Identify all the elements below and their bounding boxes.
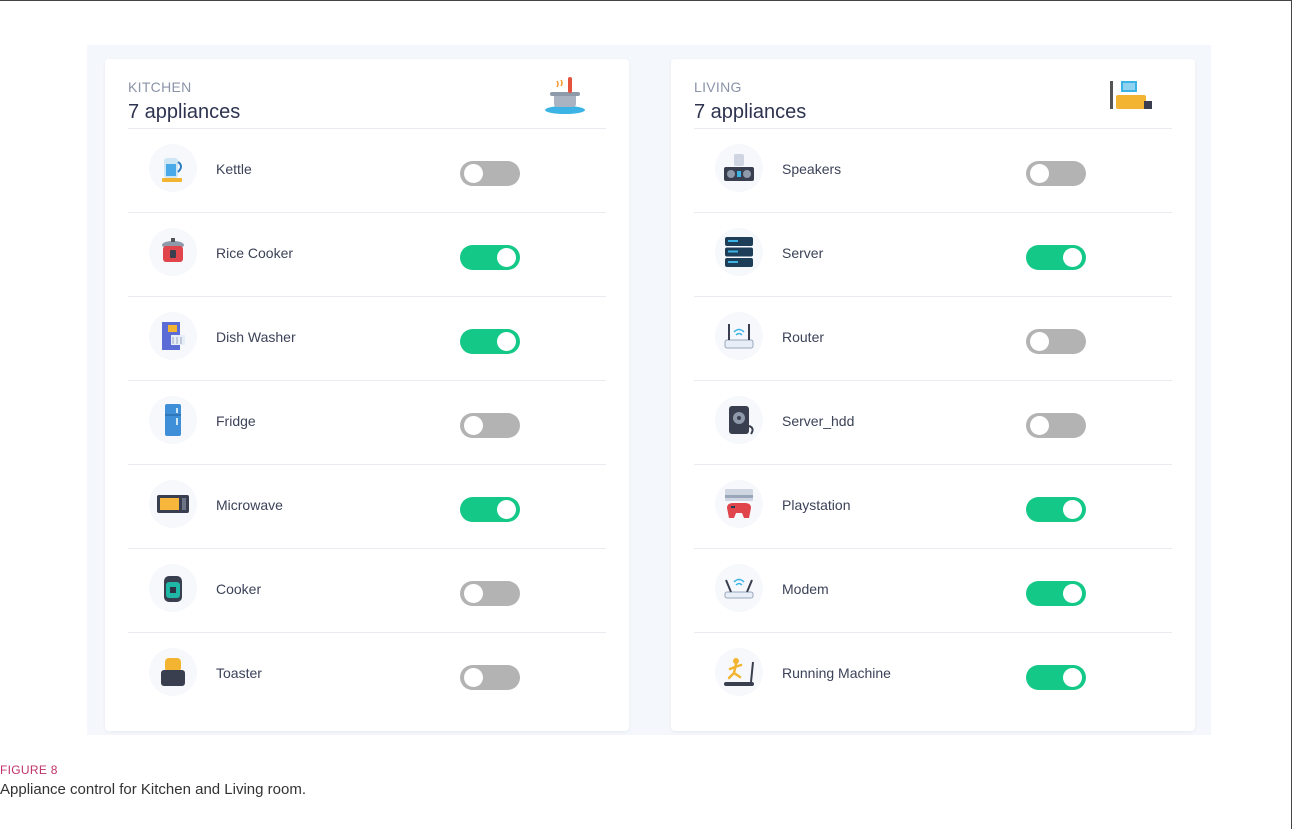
power-toggle[interactable] bbox=[460, 245, 520, 270]
power-toggle[interactable] bbox=[460, 329, 520, 354]
toggle-knob bbox=[497, 332, 516, 351]
toggle-knob bbox=[1030, 416, 1049, 435]
appliance-list: Kettle Rice Cooker Dish Washer Fridge Mi… bbox=[128, 129, 606, 717]
appliance-label: Server_hdd bbox=[782, 413, 855, 429]
toggle-knob bbox=[497, 500, 516, 519]
appliance-row-server: Server bbox=[694, 213, 1172, 297]
rice-cooker-icon bbox=[149, 228, 197, 276]
appliance-label: Running Machine bbox=[782, 665, 891, 681]
microwave-icon bbox=[149, 480, 197, 528]
appliance-label: Dish Washer bbox=[216, 329, 296, 345]
toggle-knob bbox=[464, 164, 483, 183]
router-icon bbox=[715, 312, 763, 360]
dish-washer-icon bbox=[149, 312, 197, 360]
power-toggle[interactable] bbox=[1026, 329, 1086, 354]
room-header: LIVING 7 appliances bbox=[694, 59, 1172, 129]
appliance-count: 7 appliances bbox=[128, 101, 241, 123]
toggle-knob bbox=[1030, 332, 1049, 351]
room-card-living: LIVING 7 appliances Speakers Server Rout… bbox=[671, 59, 1195, 731]
power-toggle[interactable] bbox=[460, 497, 520, 522]
cooking-pot-icon bbox=[545, 77, 585, 114]
appliance-label: Fridge bbox=[216, 413, 256, 429]
toaster-icon bbox=[149, 648, 197, 696]
toggle-knob bbox=[1030, 164, 1049, 183]
appliance-label: Toaster bbox=[216, 665, 262, 681]
appliance-row-microwave: Microwave bbox=[128, 465, 606, 549]
appliance-row-dish-washer: Dish Washer bbox=[128, 297, 606, 381]
room-name: LIVING bbox=[694, 79, 742, 95]
appliance-label: Cooker bbox=[216, 581, 262, 597]
appliance-row-modem: Modem bbox=[694, 549, 1172, 633]
modem-icon bbox=[715, 564, 763, 612]
toggle-knob bbox=[1063, 248, 1082, 267]
power-toggle[interactable] bbox=[1026, 581, 1086, 606]
power-toggle[interactable] bbox=[1026, 245, 1086, 270]
appliance-label: Rice Cooker bbox=[216, 245, 294, 261]
playstation-icon bbox=[715, 480, 763, 528]
appliance-row-router: Router bbox=[694, 297, 1172, 381]
toggle-knob bbox=[464, 584, 483, 603]
toggle-knob bbox=[1063, 584, 1082, 603]
kettle-icon bbox=[149, 144, 197, 192]
toggle-knob bbox=[1063, 500, 1082, 519]
power-toggle[interactable] bbox=[1026, 497, 1086, 522]
appliance-row-running-machine: Running Machine bbox=[694, 633, 1172, 717]
appliance-label: Playstation bbox=[782, 497, 851, 513]
appliance-row-rice-cooker: Rice Cooker bbox=[128, 213, 606, 297]
power-toggle[interactable] bbox=[460, 413, 520, 438]
toggle-knob bbox=[464, 668, 483, 687]
dashboard-screen: KITCHEN 7 appliances Kettle Rice Cooker … bbox=[87, 45, 1211, 735]
appliance-label: Speakers bbox=[782, 161, 842, 177]
room-card-kitchen: KITCHEN 7 appliances Kettle Rice Cooker … bbox=[105, 59, 629, 731]
power-toggle[interactable] bbox=[1026, 665, 1086, 690]
appliance-label: Server bbox=[782, 245, 824, 261]
cooker-icon bbox=[149, 564, 197, 612]
fridge-icon bbox=[149, 396, 197, 444]
power-toggle[interactable] bbox=[460, 581, 520, 606]
appliance-row-toaster: Toaster bbox=[128, 633, 606, 717]
toggle-knob bbox=[464, 416, 483, 435]
toggle-knob bbox=[497, 248, 516, 267]
power-toggle[interactable] bbox=[1026, 413, 1086, 438]
room-header: KITCHEN 7 appliances bbox=[128, 59, 606, 129]
speakers-icon bbox=[715, 144, 763, 192]
appliance-label: Microwave bbox=[216, 497, 283, 513]
appliance-label: Modem bbox=[782, 581, 829, 597]
figure-caption: Appliance control for Kitchen and Living… bbox=[0, 781, 307, 798]
appliance-row-speakers: Speakers bbox=[694, 129, 1172, 213]
appliance-label: Kettle bbox=[216, 161, 252, 177]
hdd-icon bbox=[715, 396, 763, 444]
figure-label: FIGURE 8 bbox=[0, 763, 58, 777]
appliance-label: Router bbox=[782, 329, 825, 345]
room-name: KITCHEN bbox=[128, 79, 192, 95]
appliance-list: Speakers Server Router Server_hdd Playst… bbox=[694, 129, 1172, 717]
living-room-icon bbox=[1110, 81, 1152, 109]
appliance-row-server-hdd: Server_hdd bbox=[694, 381, 1172, 465]
server-icon bbox=[715, 228, 763, 276]
appliance-row-fridge: Fridge bbox=[128, 381, 606, 465]
treadmill-icon bbox=[715, 648, 763, 696]
power-toggle[interactable] bbox=[1026, 161, 1086, 186]
toggle-knob bbox=[1063, 668, 1082, 687]
power-toggle[interactable] bbox=[460, 161, 520, 186]
appliance-count: 7 appliances bbox=[694, 101, 807, 123]
power-toggle[interactable] bbox=[460, 665, 520, 690]
appliance-row-playstation: Playstation bbox=[694, 465, 1172, 549]
appliance-row-cooker: Cooker bbox=[128, 549, 606, 633]
appliance-row-kettle: Kettle bbox=[128, 129, 606, 213]
